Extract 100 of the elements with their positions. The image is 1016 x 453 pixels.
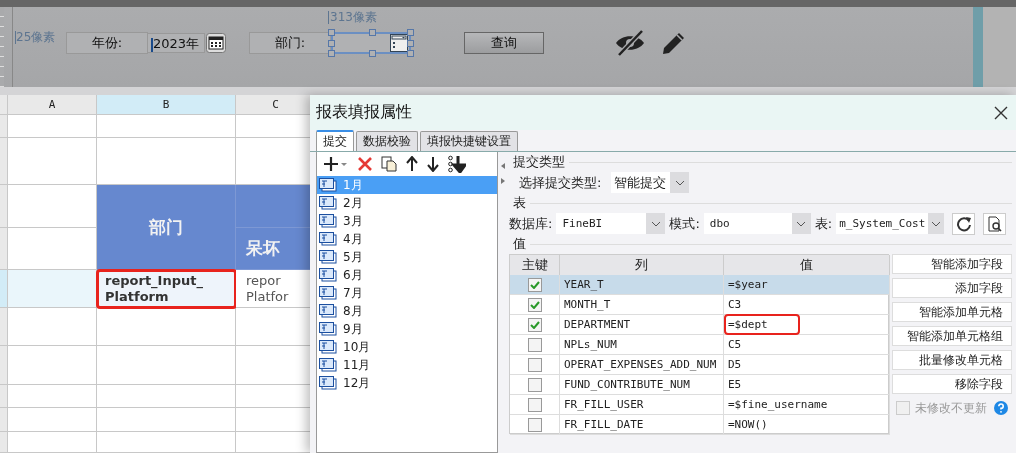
table-cell-text: =NOW() [727,417,769,433]
list-item[interactable]: 6月 [317,266,497,284]
dropdown-field[interactable] [331,32,411,54]
chevron-down-icon[interactable] [674,179,685,186]
column-header: 值 [724,255,890,275]
column-header: 主键 [510,255,560,275]
section-heading: 表 [513,194,526,212]
table-icon [319,304,337,318]
table-cell: FUND_CONTRIBUTE_NUM [560,375,724,395]
table-cell-text: =$fine_username [727,397,829,413]
resize-handle[interactable] [369,29,376,36]
checkbox[interactable] [527,277,542,292]
table-icon [319,268,337,282]
header-cell: 部门 [97,185,236,270]
table-icon [319,340,337,354]
list-item[interactable]: 7月 [317,284,497,302]
table-cell-text: D5 [727,357,743,373]
checkbox[interactable] [527,317,542,332]
field-label: 数据库: [509,214,553,233]
section-heading: 值 [513,235,526,253]
hidden-eye-icon[interactable] [614,29,646,57]
section-heading: 提交类型 [513,153,565,171]
list-icon[interactable] [390,34,408,52]
table-cell: =$dept [726,316,798,333]
dropdown[interactable]: FineBI [556,213,666,234]
column-header: B [97,95,236,115]
resize-handle[interactable] [369,50,376,57]
action-button[interactable]: 添加字段 [892,278,1012,298]
help-icon[interactable] [994,401,1008,415]
table-icon [319,214,337,228]
calendar-icon[interactable] [206,33,226,53]
list-item[interactable]: 10月 [317,338,497,356]
list-item[interactable]: 2月 [317,194,497,212]
dropdown[interactable]: dbo [703,213,811,234]
down-arrow-icon[interactable] [427,156,439,172]
action-button[interactable]: 智能添加单元格组 [892,326,1012,346]
delete-icon[interactable] [358,157,372,171]
table-cell-text: E5 [727,377,743,393]
table-cell: report_Input_ Platform [97,270,236,308]
table-cell: YEAR_T [560,275,724,295]
column-header: 列 [560,255,724,275]
table-icon [319,232,337,246]
dropdown[interactable]: 智能提交 [611,172,690,193]
parameter-label: 部门: [249,32,331,54]
field-label: 选择提交类型: [519,173,602,192]
tab[interactable]: 数据校验 [356,131,418,151]
query-button[interactable]: 查询 [464,32,544,54]
copy-icon[interactable] [381,156,397,172]
up-arrow-icon[interactable] [406,156,418,172]
field-label: 模式: [669,214,700,233]
table-cell-text: =$year [727,277,769,293]
field-label: 表: [814,214,833,233]
add-icon[interactable] [323,156,349,172]
preview-button[interactable] [983,212,1007,235]
list-item[interactable]: 9月 [317,320,497,338]
list-item[interactable]: 5月 [317,248,497,266]
checkbox[interactable] [527,357,542,372]
corner-cell [0,95,8,115]
checkbox-label: 未修改不更新 [915,399,987,417]
list-item[interactable]: 8月 [317,302,497,320]
list-item[interactable]: 3月 [317,212,497,230]
refresh-button[interactable] [952,212,976,235]
table-cell: FR_FILL_DATE [560,415,724,435]
chevron-down-icon[interactable] [931,220,942,227]
table-icon [319,358,337,372]
checkbox[interactable] [527,377,542,392]
chevron-down-icon[interactable] [650,220,661,227]
date-field[interactable]: 2023年 [148,33,205,53]
checkbox[interactable] [527,337,542,352]
dropdown[interactable]: m_System_Cost [836,213,945,234]
parameter-label: 年份: [66,32,148,54]
move-to-bottom-icon[interactable] [448,155,466,173]
table-cell: FR_FILL_USER [560,395,724,415]
chevron-down-icon[interactable] [796,220,807,227]
list-item[interactable]: 11月 [317,356,497,374]
table-icon [319,376,337,390]
width-label: 313像素 [328,11,377,24]
tab[interactable]: 提交 [316,130,354,151]
table-icon [319,196,337,210]
table-cell: MONTH_T [560,295,724,315]
action-button[interactable]: 智能添加字段 [892,254,1012,274]
dialog-title: 报表填报属性 [316,102,412,123]
action-button[interactable]: 批量修改单元格 [892,350,1012,370]
table-cell-text: C3 [727,297,743,313]
table-icon [319,286,337,300]
table-icon [319,250,337,264]
checkbox[interactable] [527,297,542,312]
table-icon [319,322,337,336]
checkbox[interactable] [527,397,542,412]
action-button[interactable]: 智能添加单元格 [892,302,1012,322]
action-button[interactable]: 移除字段 [892,374,1012,394]
list-item[interactable]: 4月 [317,230,497,248]
table-cell: OPERAT_EXPENSES_ADD_NUM [560,355,724,375]
table-icon [319,178,337,192]
table-cell-text: C5 [727,337,743,353]
checkbox[interactable] [527,417,542,432]
tab[interactable]: 填报快捷键设置 [420,131,518,151]
splitter-arrows-icon[interactable] [499,162,506,186]
list-item[interactable]: 12月 [317,374,497,392]
table-cell: DEPARTMENT [560,315,724,335]
